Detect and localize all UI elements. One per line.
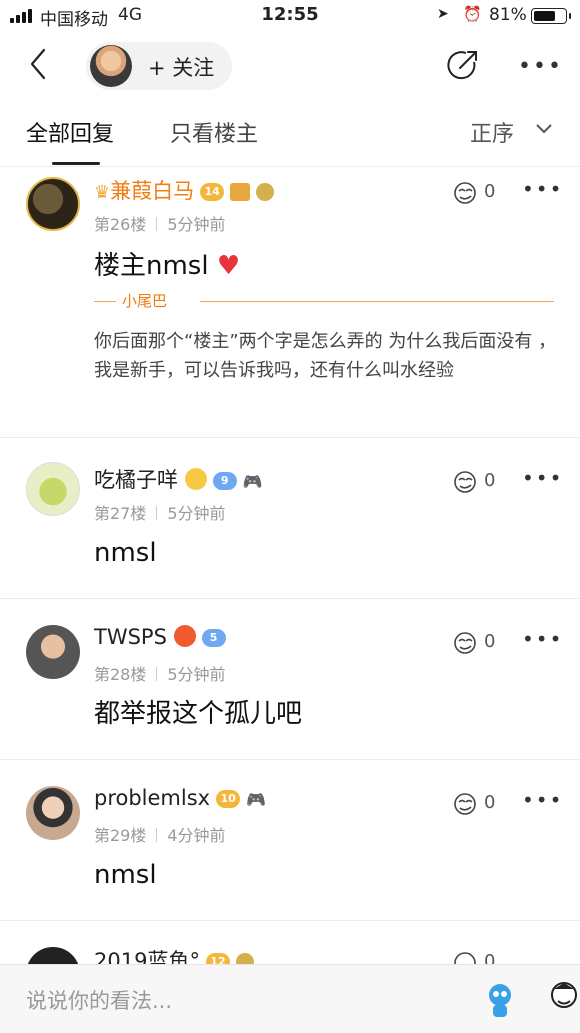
like-icon[interactable] (452, 792, 480, 816)
post-time: 5分钟前 (167, 215, 226, 234)
alarm-icon: ⏰ (463, 5, 482, 23)
like-count: 0 (484, 631, 496, 652)
comment-meta: 第26楼 5分钟前 (94, 211, 226, 235)
tab-indicator (52, 162, 100, 165)
tab-op-only[interactable]: 只看楼主 (170, 116, 258, 148)
reply-tabs: 全部回复 只看楼主 正序 (0, 100, 580, 167)
follow-button[interactable]: + 关注 (86, 42, 232, 90)
like-icon[interactable] (452, 631, 480, 655)
commenter-name[interactable]: 2019蓝鱼° 12 (94, 945, 254, 964)
tail-text: 你后面那个“楼主”两个字是怎么弄的 为什么我后面没有 ，我是新手，可以告诉我吗，… (94, 331, 557, 381)
like-count: 0 (484, 470, 496, 491)
comment-text: 都举报这个孤儿吧 (94, 699, 303, 729)
comment-item: TWSPS 5 第28楼 5分钟前 0 ••• 都举报这个孤儿吧 (0, 599, 580, 760)
member-badge-icon (230, 183, 251, 201)
comment-meta: 第27楼 5分钟前 (94, 500, 226, 524)
post-time: 5分钟前 (167, 504, 226, 523)
gamepad-icon: 🎮 (242, 471, 263, 491)
comment-meta: 第29楼 4分钟前 (94, 822, 226, 846)
floor-number: 第28楼 (94, 665, 147, 684)
sort-dropdown[interactable]: 正序 (470, 116, 514, 148)
avatar[interactable] (26, 625, 80, 679)
like-count: 0 (484, 792, 496, 813)
commenter-name[interactable]: ♛兼葭白马 14 (94, 175, 275, 205)
author-avatar[interactable] (90, 45, 132, 87)
avatar[interactable] (26, 462, 80, 516)
comment-input-bar: 说说你的看法... (0, 964, 580, 1033)
level-badge: 5 (201, 629, 226, 647)
like-icon[interactable] (452, 470, 480, 494)
mascot-icon[interactable] (484, 981, 516, 1021)
avatar[interactable] (26, 786, 80, 840)
status-bar: 中国移动 4G 12:55 ➤ ⏰ 81% (0, 0, 580, 32)
like-icon[interactable] (452, 951, 480, 964)
level-badge: 9 (212, 472, 237, 490)
tail-label: 小尾巴 (122, 292, 168, 310)
gamepad-icon: 🎮 (246, 789, 267, 809)
nav-bar: + 关注 ••• (0, 34, 580, 98)
commenter-name[interactable]: TWSPS 5 (94, 625, 226, 649)
comment-input[interactable]: 说说你的看法... (26, 985, 172, 1015)
honor-badge-icon (256, 183, 275, 201)
comment-meta: 第28楼 5分钟前 (94, 661, 226, 685)
floor-number: 第29楼 (94, 826, 147, 845)
more-icon[interactable]: ••• (522, 627, 563, 651)
comment-text: nmsl (94, 860, 157, 890)
like-count: 0 (484, 181, 496, 202)
more-icon[interactable]: ••• (522, 177, 563, 201)
comment-item: 吃橘子咩 9 🎮 第27楼 5分钟前 0 ••• nmsl (0, 438, 580, 599)
more-icon[interactable]: ••• (522, 788, 563, 812)
back-icon[interactable] (28, 48, 48, 80)
comment-text: nmsl (94, 538, 157, 568)
commenter-name[interactable]: problemlsx 10 🎮 (94, 786, 266, 810)
level-badge: 10 (216, 790, 241, 808)
like-icon[interactable] (452, 181, 480, 205)
sticker-icon[interactable] (548, 979, 580, 1019)
level-badge: 14 (200, 183, 225, 201)
share-icon[interactable] (446, 48, 480, 82)
comment-item: ♛兼葭白马 14 第26楼 5分钟前 0 ••• 楼主nmsl ♥ 小尾巴 你后面那… (0, 167, 580, 438)
like-count: 0 (484, 951, 496, 964)
commenter-name[interactable]: 吃橘子咩 9 🎮 (94, 464, 263, 494)
angry-emoji-icon (173, 625, 196, 647)
more-icon[interactable]: ••• (518, 54, 563, 79)
crown-icon: ♛ (94, 182, 111, 203)
floor-number: 第27楼 (94, 504, 147, 523)
floor-number: 第26楼 (94, 215, 147, 234)
level-badge: 12 (205, 953, 230, 964)
tab-all-replies[interactable]: 全部回复 (26, 116, 114, 148)
grin-emoji-icon (184, 468, 207, 490)
location-icon: ➤ (437, 6, 449, 22)
comment-item: problemlsx 10 🎮 第29楼 4分钟前 0 ••• nmsl (0, 760, 580, 921)
post-time: 5分钟前 (167, 665, 226, 684)
battery-percent: 81% (489, 5, 527, 25)
comment-text: 楼主nmsl ♥ (94, 251, 241, 281)
chevron-down-icon[interactable] (535, 120, 553, 138)
more-icon[interactable]: ••• (522, 466, 563, 490)
tail-divider: 小尾巴 (94, 292, 554, 310)
avatar[interactable] (26, 177, 80, 231)
honor-badge-icon (235, 953, 254, 964)
comment-item: 2019蓝鱼° 12 0 (0, 921, 580, 964)
avatar[interactable] (26, 947, 80, 964)
battery-icon (531, 8, 571, 24)
post-time: 4分钟前 (167, 826, 226, 845)
heart-icon: ♥ (216, 251, 241, 281)
follow-label: + 关注 (148, 56, 215, 80)
